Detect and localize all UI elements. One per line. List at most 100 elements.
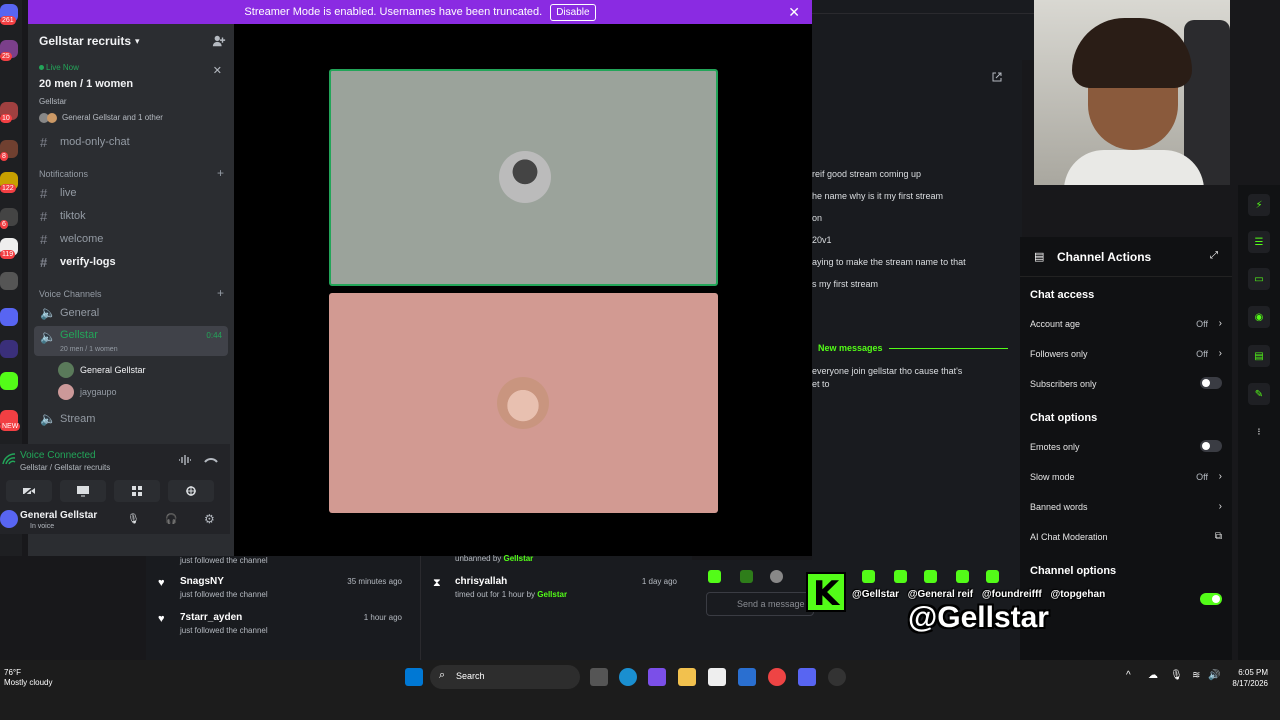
disconnect-icon[interactable] xyxy=(204,454,218,466)
quick-action-button[interactable]: ⁝ xyxy=(1248,421,1270,443)
taskbar-clock[interactable]: 6:05 PM 8/17/2026 xyxy=(1232,667,1268,689)
activity-username[interactable]: SnagsNY xyxy=(180,576,224,587)
emote-icon[interactable] xyxy=(740,570,753,583)
server-icon[interactable]: NEW xyxy=(0,410,21,431)
server-icon[interactable] xyxy=(0,372,18,390)
weather-widget[interactable]: 76°F Mostly cloudy xyxy=(4,668,52,688)
noise-suppression-icon[interactable] xyxy=(178,454,192,466)
category-voice-channels[interactable]: Voice Channels xyxy=(39,289,102,299)
outlook-icon[interactable] xyxy=(738,668,756,686)
chrome-icon[interactable] xyxy=(768,668,786,686)
channel-option-toggle[interactable] xyxy=(1200,593,1222,605)
file-explorer-icon[interactable] xyxy=(678,668,696,686)
server-header[interactable]: Gellstar recruits ▾ xyxy=(28,24,234,58)
server-icon[interactable]: 122 xyxy=(0,172,18,193)
quick-action-button[interactable]: ◉ xyxy=(1248,306,1270,328)
voice-channel-general[interactable]: 🔈 General xyxy=(34,303,228,323)
quick-action-button[interactable]: ☰ xyxy=(1248,231,1270,253)
server-icon[interactable] xyxy=(0,308,18,326)
server-icon[interactable]: 119 xyxy=(0,238,18,259)
setting-ai-chat-moderation[interactable]: AI Chat Moderation ⧉ xyxy=(1030,531,1222,550)
voice-user[interactable]: General Gellstar xyxy=(58,362,146,378)
activity-username[interactable]: chrisyallah xyxy=(455,576,507,587)
server-icon[interactable]: 10 xyxy=(0,102,18,123)
live-now-card[interactable]: Live Now ✕ 20 men / 1 women Gellstar Gen… xyxy=(32,58,230,128)
add-member-icon[interactable] xyxy=(212,34,226,48)
chat-message-input[interactable]: Send a message xyxy=(706,592,814,616)
setting-followers-only[interactable]: Followers only Off › xyxy=(1030,348,1222,367)
channel-welcome[interactable]: # welcome xyxy=(34,229,228,249)
gear-icon[interactable]: ⚙ xyxy=(204,512,215,526)
emote-icon[interactable] xyxy=(956,570,969,583)
avatar[interactable] xyxy=(0,510,18,528)
emote-icon[interactable] xyxy=(986,570,999,583)
channel-live[interactable]: # live xyxy=(34,183,228,203)
taskbar-search[interactable]: ⌕ Search xyxy=(430,665,580,689)
moderator-name[interactable]: Gellstar xyxy=(504,554,534,563)
plus-icon[interactable]: + xyxy=(217,286,224,300)
cloud-icon[interactable]: ☁ xyxy=(1148,670,1158,681)
wifi-icon[interactable]: ≋ xyxy=(1192,670,1200,681)
setting-account-age[interactable]: Account age Off › xyxy=(1030,318,1222,337)
popout-icon[interactable] xyxy=(992,72,1002,82)
signal-icon[interactable] xyxy=(2,453,16,465)
quick-action-button[interactable]: ▭ xyxy=(1248,268,1270,290)
setting-banned-words[interactable]: Banned words › xyxy=(1030,501,1222,520)
discord-icon[interactable] xyxy=(798,668,816,686)
store-icon[interactable] xyxy=(708,668,726,686)
server-icon[interactable] xyxy=(0,340,18,358)
emote-icon[interactable] xyxy=(862,570,875,583)
channel-verify-logs[interactable]: # verify-logs xyxy=(34,252,228,272)
setting-subscribers-only[interactable]: Subscribers only xyxy=(1030,377,1222,397)
channel-tiktok[interactable]: # tiktok xyxy=(34,206,228,226)
activity-username[interactable]: 7starr_ayden xyxy=(180,612,242,623)
quick-action-button[interactable]: ✎ xyxy=(1248,383,1270,405)
headphones-icon[interactable]: 🎧 xyxy=(165,514,177,525)
soundboard-button[interactable] xyxy=(168,480,214,502)
quick-action-button[interactable]: ⚡ xyxy=(1248,194,1270,216)
category-notifications[interactable]: Notifications xyxy=(39,169,88,179)
emote-icon[interactable] xyxy=(708,570,721,583)
volume-icon[interactable]: 🔊 xyxy=(1208,670,1220,681)
copilot-icon[interactable] xyxy=(648,668,666,686)
emotes-only-toggle[interactable] xyxy=(1200,440,1222,452)
video-tile[interactable] xyxy=(329,69,718,286)
channel-mod-only-chat[interactable]: # mod-only-chat xyxy=(34,132,228,152)
server-icon[interactable] xyxy=(0,272,18,290)
quick-action-button[interactable]: ▤ xyxy=(1248,345,1270,367)
server-icon[interactable]: 261 xyxy=(0,4,18,25)
expand-icon[interactable]: ⤢ xyxy=(1210,250,1218,261)
server-icon[interactable]: 6 xyxy=(0,208,18,229)
close-icon[interactable]: ✕ xyxy=(788,4,800,21)
setting-slow-mode[interactable]: Slow mode Off › xyxy=(1030,471,1222,490)
voice-channel-stream[interactable]: 🔈 Stream xyxy=(34,409,228,429)
obs-icon[interactable] xyxy=(828,668,846,686)
microphone-icon[interactable]: 🎙 xyxy=(1170,670,1183,681)
plus-icon[interactable]: + xyxy=(217,166,224,180)
emote-icon[interactable] xyxy=(924,570,937,583)
server-icon[interactable]: 8 xyxy=(0,140,18,161)
screen-share-button[interactable] xyxy=(60,480,106,502)
subscribers-only-toggle[interactable] xyxy=(1200,377,1222,389)
speaker-icon: 🔈 xyxy=(40,329,57,344)
edge-icon[interactable] xyxy=(619,668,637,686)
chevron-up-icon[interactable]: ^ xyxy=(1126,670,1131,681)
emote-icon[interactable] xyxy=(770,570,783,583)
voice-user[interactable]: jaygaupo xyxy=(58,384,117,400)
emote-icon[interactable] xyxy=(894,570,907,583)
activities-button[interactable] xyxy=(114,480,160,502)
chat-message: everyone join gellstar tho cause that's xyxy=(812,366,963,376)
new-messages-divider[interactable]: New messages xyxy=(818,343,1008,353)
moderator-name[interactable]: Gellstar xyxy=(537,590,567,599)
microphone-icon[interactable]: 🎙 xyxy=(127,514,140,525)
camera-off-button[interactable] xyxy=(6,480,52,502)
windows-start-icon[interactable] xyxy=(405,668,423,686)
video-tile[interactable] xyxy=(329,293,718,513)
disable-streamer-mode-button[interactable]: Disable xyxy=(550,3,596,21)
server-icon[interactable]: 25 xyxy=(0,40,18,61)
close-icon[interactable]: ✕ xyxy=(213,64,222,77)
task-view-icon[interactable] xyxy=(590,668,608,686)
setting-emotes-only[interactable]: Emotes only xyxy=(1030,440,1222,460)
voice-channel-gellstar[interactable]: 🔈 Gellstar 0:44 20 men / 1 women xyxy=(34,326,228,356)
user-panel[interactable]: General Gellstar In voice 🎙 🎧 ⚙ xyxy=(0,506,230,534)
